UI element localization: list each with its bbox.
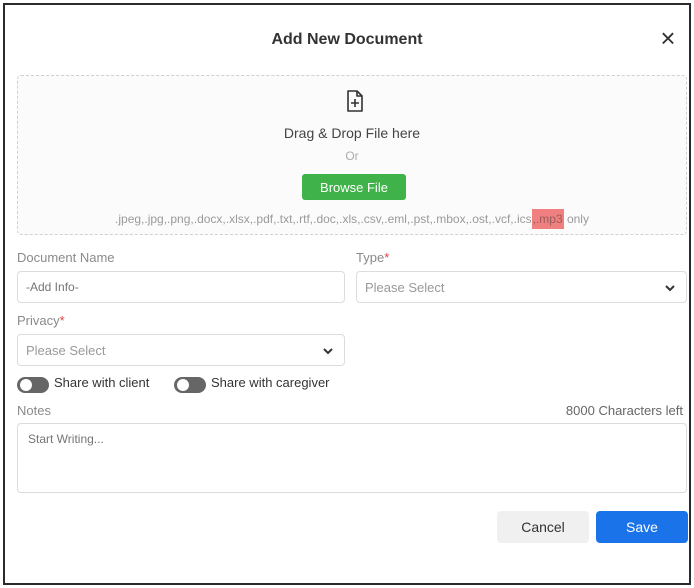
required-mark: * bbox=[59, 313, 65, 328]
file-add-icon bbox=[347, 90, 363, 112]
share-with-caregiver-toggle[interactable] bbox=[174, 377, 206, 393]
save-button[interactable]: Save bbox=[596, 511, 688, 543]
close-icon[interactable]: × bbox=[655, 25, 681, 53]
formats-list: .jpeg,.jpg,.png,.docx,.xlsx,.pdf,.txt,.r… bbox=[115, 212, 532, 226]
share-with-caregiver-label: Share with caregiver bbox=[211, 375, 330, 390]
add-document-dialog: Add New Document × Drag & Drop File here… bbox=[3, 3, 691, 585]
chevron-down-icon bbox=[323, 348, 333, 355]
file-dropzone[interactable]: Drag & Drop File here Or Browse File .jp… bbox=[17, 75, 687, 235]
share-with-client-toggle[interactable] bbox=[17, 377, 49, 393]
allowed-formats: .jpeg,.jpg,.png,.docx,.xlsx,.pdf,.txt,.r… bbox=[18, 209, 686, 229]
share-with-client-label: Share with client bbox=[54, 375, 150, 390]
chevron-down-icon bbox=[665, 285, 675, 292]
type-label-text: Type bbox=[356, 250, 385, 265]
dropzone-or: Or bbox=[345, 149, 359, 163]
privacy-label-text: Privacy bbox=[17, 313, 60, 328]
required-mark: * bbox=[384, 250, 390, 265]
cancel-button[interactable]: Cancel bbox=[497, 511, 589, 543]
document-name-input[interactable] bbox=[17, 271, 345, 303]
dialog-header: Add New Document × bbox=[5, 5, 689, 73]
browse-file-button[interactable]: Browse File bbox=[302, 174, 406, 200]
type-label: Type* bbox=[356, 250, 389, 265]
formats-suffix: only bbox=[563, 212, 589, 226]
type-select[interactable]: Please Select bbox=[356, 271, 687, 303]
privacy-select[interactable]: Please Select bbox=[17, 334, 345, 366]
document-name-label-text: Document Name bbox=[17, 250, 115, 265]
privacy-select-value: Please Select bbox=[26, 343, 106, 358]
type-select-value: Please Select bbox=[365, 280, 445, 295]
dropzone-instruction: Drag & Drop File here bbox=[283, 125, 421, 141]
characters-left-counter: 8000 Characters left bbox=[565, 403, 683, 418]
dialog-title: Add New Document bbox=[271, 31, 423, 48]
notes-textarea[interactable] bbox=[17, 423, 687, 493]
privacy-label: Privacy* bbox=[17, 313, 65, 328]
notes-label: Notes bbox=[17, 403, 51, 418]
formats-highlight: ,.mp3 bbox=[531, 209, 564, 229]
document-name-label: Document Name bbox=[17, 250, 115, 265]
